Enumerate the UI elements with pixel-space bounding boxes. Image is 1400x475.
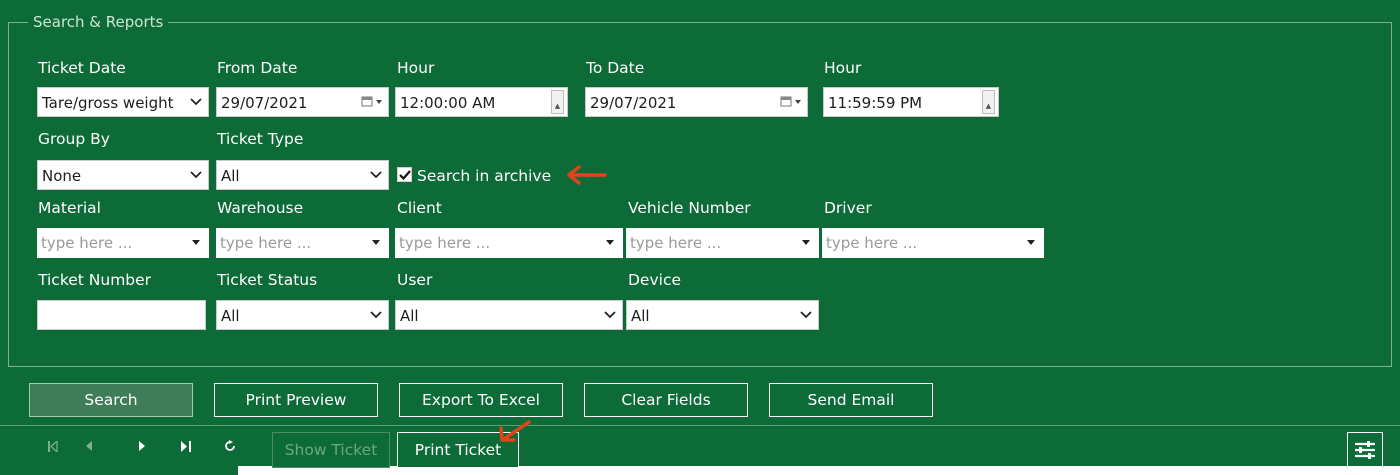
- label-from-date: From Date: [217, 59, 298, 77]
- device-select[interactable]: All: [626, 300, 819, 330]
- clear-fields-button[interactable]: Clear Fields: [584, 383, 748, 417]
- search-archive-label[interactable]: Search in archive: [417, 165, 551, 187]
- annotation-arrow-icon: [499, 420, 531, 442]
- label-driver: Driver: [824, 199, 872, 217]
- previous-record-icon[interactable]: [80, 437, 98, 455]
- dropdown-arrow-icon[interactable]: [191, 228, 201, 256]
- bottom-separator: [0, 425, 1400, 426]
- vehicle-placeholder: type here ...: [630, 234, 722, 252]
- label-user: User: [397, 271, 433, 289]
- export-excel-button[interactable]: Export To Excel: [399, 383, 563, 417]
- search-button[interactable]: Search: [29, 383, 193, 417]
- device-value: All: [631, 307, 650, 325]
- send-email-button[interactable]: Send Email: [769, 383, 933, 417]
- chevron-down-icon: [189, 161, 203, 189]
- chevron-down-icon: [369, 301, 383, 329]
- ticket-date-value: Tare/gross weight: [42, 94, 174, 112]
- calendar-icon[interactable]: [361, 88, 383, 116]
- hour-from-input[interactable]: 12:00:00 AM ▲▼: [395, 87, 568, 117]
- material-combobox[interactable]: type here ...: [37, 228, 209, 258]
- label-hour-from: Hour: [397, 59, 435, 77]
- hour-to-value: 11:59:59 PM: [828, 94, 923, 112]
- ticket-number-input[interactable]: [37, 300, 206, 330]
- label-ticket-number: Ticket Number: [38, 271, 152, 289]
- user-select[interactable]: All: [395, 300, 623, 330]
- spin-up-icon[interactable]: ▲: [983, 91, 994, 116]
- search-archive-checkbox[interactable]: [397, 167, 412, 182]
- ticket-type-value: All: [221, 167, 240, 185]
- first-record-icon[interactable]: [44, 437, 62, 455]
- dropdown-arrow-icon[interactable]: [371, 228, 381, 256]
- to-date-picker[interactable]: 29/07/2021: [585, 87, 808, 117]
- hour-to-input[interactable]: 11:59:59 PM ▲▼: [823, 87, 999, 117]
- label-vehicle-number: Vehicle Number: [628, 199, 751, 217]
- chevron-down-icon: [369, 161, 383, 189]
- chevron-down-icon: [799, 301, 813, 329]
- chevron-down-icon: [189, 88, 203, 116]
- hour-from-spinner[interactable]: ▲▼: [551, 90, 564, 114]
- label-ticket-status: Ticket Status: [217, 271, 318, 289]
- client-placeholder: type here ...: [399, 234, 491, 252]
- label-material: Material: [38, 199, 101, 217]
- label-client: Client: [397, 199, 442, 217]
- client-combobox[interactable]: type here ...: [395, 228, 623, 258]
- chevron-down-icon: [603, 301, 617, 329]
- label-hour-to: Hour: [824, 59, 862, 77]
- dropdown-arrow-icon[interactable]: [605, 228, 615, 256]
- label-to-date: To Date: [586, 59, 645, 77]
- last-record-icon[interactable]: [177, 437, 195, 455]
- checkmark-icon: [398, 169, 411, 180]
- from-date-value: 29/07/2021: [221, 94, 308, 112]
- driver-placeholder: type here ...: [826, 234, 918, 252]
- label-ticket-date: Ticket Date: [38, 59, 126, 77]
- hour-from-value: 12:00:00 AM: [400, 94, 496, 112]
- ticket-date-select[interactable]: Tare/gross weight: [37, 87, 209, 117]
- driver-combobox[interactable]: type here ...: [822, 228, 1044, 258]
- material-placeholder: type here ...: [41, 234, 133, 252]
- vehicle-number-combobox[interactable]: type here ...: [626, 228, 819, 258]
- user-value: All: [400, 307, 419, 325]
- next-record-icon[interactable]: [133, 437, 151, 455]
- show-ticket-button[interactable]: Show Ticket: [272, 432, 390, 468]
- warehouse-placeholder: type here ...: [220, 234, 312, 252]
- annotation-arrow-icon: [567, 165, 607, 185]
- warehouse-combobox[interactable]: type here ...: [216, 228, 389, 258]
- label-group-by: Group By: [38, 130, 110, 148]
- settings-sliders-icon[interactable]: [1347, 432, 1383, 468]
- to-date-value: 29/07/2021: [590, 94, 677, 112]
- ticket-status-select[interactable]: All: [216, 300, 389, 330]
- label-ticket-type: Ticket Type: [217, 130, 304, 148]
- hour-to-spinner[interactable]: ▲▼: [982, 90, 995, 114]
- group-by-select[interactable]: None: [37, 160, 209, 190]
- spin-up-icon[interactable]: ▲: [552, 91, 563, 116]
- dropdown-arrow-icon[interactable]: [1026, 228, 1036, 256]
- group-by-value: None: [42, 167, 82, 185]
- ticket-type-select[interactable]: All: [216, 160, 389, 190]
- ticket-status-value: All: [221, 307, 240, 325]
- refresh-icon[interactable]: [221, 437, 239, 455]
- print-preview-button[interactable]: Print Preview: [214, 383, 378, 417]
- from-date-picker[interactable]: 29/07/2021: [216, 87, 389, 117]
- calendar-icon[interactable]: [780, 88, 802, 116]
- label-device: Device: [628, 271, 682, 289]
- label-warehouse: Warehouse: [217, 199, 304, 217]
- dropdown-arrow-icon[interactable]: [801, 228, 811, 256]
- group-title: Search & Reports: [28, 11, 169, 33]
